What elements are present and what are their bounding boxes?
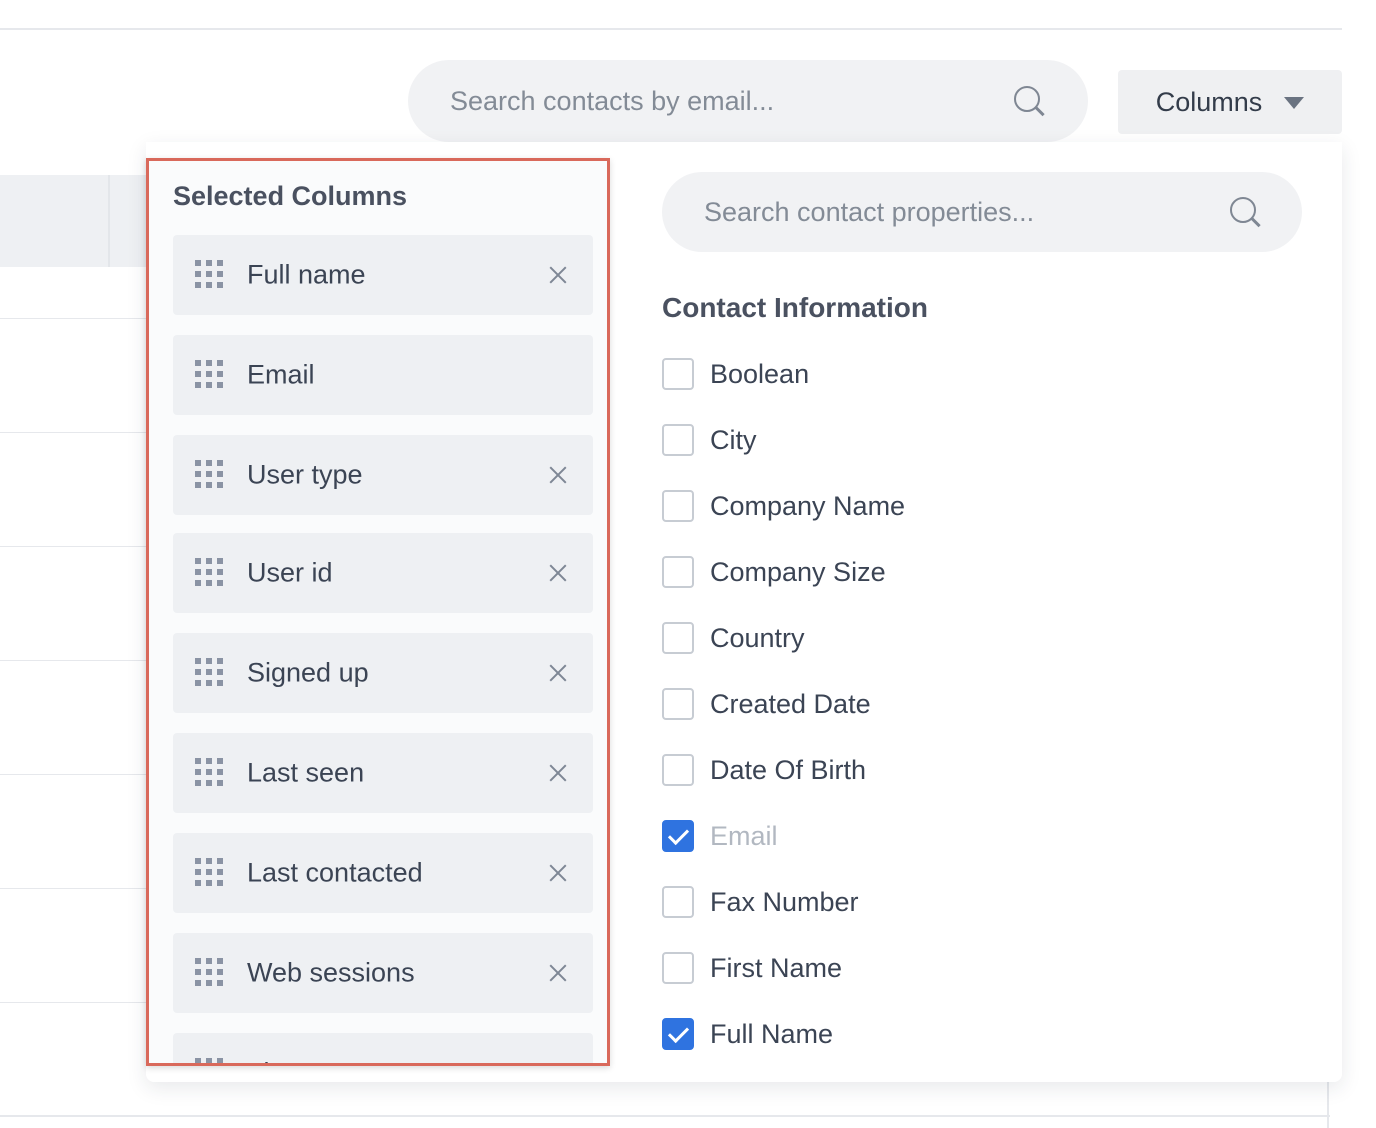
- contacts-search-bar[interactable]: [408, 60, 1088, 142]
- checkbox-checked[interactable]: [662, 1018, 694, 1050]
- checkbox[interactable]: [662, 886, 694, 918]
- selected-column-label: Web sessions: [247, 957, 415, 988]
- selected-column-chip[interactable]: User type: [173, 435, 593, 515]
- selected-column-label: User id: [247, 557, 333, 588]
- property-option[interactable]: Company Size: [662, 555, 886, 589]
- close-icon[interactable]: [547, 862, 569, 884]
- selected-columns-title: Selected Columns: [173, 181, 408, 211]
- checkbox[interactable]: [662, 754, 694, 786]
- table-row-divider: [0, 774, 160, 775]
- property-option[interactable]: Email: [662, 819, 778, 853]
- selected-column-label: Full name: [247, 259, 366, 290]
- checkbox[interactable]: [662, 424, 694, 456]
- drag-handle-icon[interactable]: [195, 260, 227, 292]
- columns-dropdown-button[interactable]: Columns: [1118, 70, 1342, 134]
- property-search-bar[interactable]: [662, 172, 1302, 252]
- selected-column-chip[interactable]: Full name: [173, 235, 593, 315]
- table-row-divider: [0, 432, 160, 433]
- drag-handle-icon[interactable]: [195, 758, 227, 790]
- property-option-label: Fax Number: [710, 886, 859, 917]
- close-icon[interactable]: [547, 562, 569, 584]
- checkbox[interactable]: [662, 622, 694, 654]
- search-icon[interactable]: [1228, 195, 1262, 229]
- close-icon[interactable]: [547, 464, 569, 486]
- selected-column-chip[interactable]: Web sessions: [173, 933, 593, 1013]
- property-option-label: First Name: [710, 952, 843, 983]
- property-search-input[interactable]: [704, 196, 1228, 228]
- drag-handle-icon[interactable]: [195, 460, 227, 492]
- table-row-divider: [0, 660, 160, 661]
- close-icon[interactable]: [547, 962, 569, 984]
- property-option-label: Email: [710, 820, 778, 851]
- drag-handle-icon[interactable]: [195, 1058, 227, 1063]
- selected-column-label: User type: [247, 459, 363, 490]
- close-icon[interactable]: [547, 762, 569, 784]
- selected-column-chip[interactable]: Signed up: [173, 633, 593, 713]
- drag-handle-icon[interactable]: [195, 858, 227, 890]
- checkbox[interactable]: [662, 358, 694, 390]
- selected-column-chip[interactable]: User id: [173, 533, 593, 613]
- table-header-cell: [0, 175, 160, 267]
- columns-button-label: Columns: [1155, 86, 1263, 117]
- table-right-divider: [1327, 1080, 1329, 1128]
- checkbox[interactable]: [662, 952, 694, 984]
- property-option[interactable]: Company Name: [662, 489, 905, 523]
- property-option[interactable]: Created Date: [662, 687, 871, 721]
- selected-column-chip[interactable]: First...: [173, 1033, 593, 1064]
- selected-column-label: First...: [247, 1058, 322, 1064]
- property-option-label: Country: [710, 622, 805, 653]
- selected-column-chip[interactable]: Last contacted: [173, 833, 593, 913]
- property-option-label: Company Name: [710, 490, 906, 521]
- table-row-divider: [0, 318, 160, 319]
- checkbox[interactable]: [662, 556, 694, 588]
- property-option-label: Date Of Birth: [710, 754, 867, 785]
- property-option[interactable]: City: [662, 423, 757, 457]
- close-icon[interactable]: [547, 264, 569, 286]
- property-option-label: Full Name: [710, 1018, 834, 1049]
- property-option-label: Company Size: [710, 556, 886, 587]
- caret-down-icon: [1284, 97, 1305, 109]
- table-header-separator: [108, 175, 110, 267]
- table-row-divider: [0, 546, 160, 547]
- property-option[interactable]: Fax Number: [662, 885, 859, 919]
- property-option[interactable]: Boolean: [662, 357, 809, 391]
- drag-handle-icon[interactable]: [195, 658, 227, 690]
- checkbox[interactable]: [662, 688, 694, 720]
- selected-column-label: Signed up: [247, 657, 369, 688]
- drag-handle-icon[interactable]: [195, 360, 227, 392]
- checkbox[interactable]: [662, 490, 694, 522]
- property-option[interactable]: Date Of Birth: [662, 753, 866, 787]
- property-option-label: Boolean: [710, 358, 810, 389]
- table-row-divider: [0, 1002, 160, 1003]
- contact-information-heading: Contact Information: [662, 292, 928, 323]
- search-icon[interactable]: [1012, 84, 1046, 118]
- selected-column-label: Last contacted: [247, 857, 423, 888]
- selected-column-chip[interactable]: Last seen: [173, 733, 593, 813]
- property-option[interactable]: First Name: [662, 951, 842, 985]
- selected-column-label: Email: [247, 359, 315, 390]
- property-option[interactable]: Full Name: [662, 1017, 833, 1051]
- checkbox-checked[interactable]: [662, 820, 694, 852]
- property-option-label: Created Date: [710, 688, 871, 719]
- contacts-search-input[interactable]: [450, 85, 1012, 117]
- selected-columns-list: Selected Columns Full name Email User ty…: [146, 158, 610, 1066]
- table-bottom-divider: [0, 1115, 1330, 1117]
- selected-column-label: Last seen: [247, 757, 365, 788]
- drag-handle-icon[interactable]: [195, 958, 227, 990]
- drag-handle-icon[interactable]: [195, 558, 227, 590]
- property-option-label: City: [710, 424, 757, 455]
- close-icon[interactable]: [547, 662, 569, 684]
- property-option[interactable]: Country: [662, 621, 805, 655]
- selected-column-chip[interactable]: Email: [173, 335, 593, 415]
- table-row-divider: [0, 888, 160, 889]
- close-icon[interactable]: [547, 1062, 569, 1063]
